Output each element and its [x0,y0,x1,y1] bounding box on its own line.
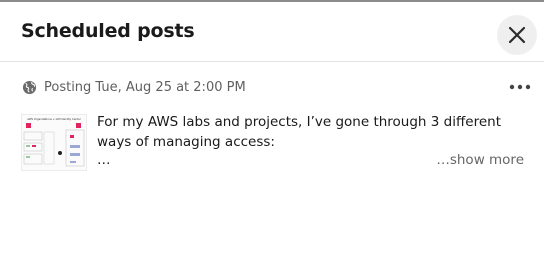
close-icon [508,26,526,44]
globe-icon [22,80,37,94]
modal-title: Scheduled posts [21,20,195,42]
more-options-button[interactable] [505,78,535,96]
schedule-text: Posting Tue, Aug 25 at 2:00 PM [44,79,246,95]
more-horizontal-icon [509,84,531,90]
post-truncation: … [97,152,111,168]
close-button[interactable] [497,15,537,55]
diagram-thumbnail-image: AWS Organizations + IAM Identity Center [23,117,85,167]
post-schedule-row: Posting Tue, Aug 25 at 2:00 PM [22,78,246,96]
post-thumbnail[interactable]: AWS Organizations + IAM Identity Center [21,114,87,171]
thumbnail-title: AWS Organizations + IAM Identity Center [27,117,81,121]
show-more-link[interactable]: …show more [436,152,524,168]
post-text: For my AWS labs and projects, I’ve gone … [97,114,501,150]
modal-header: Scheduled posts [0,2,544,62]
